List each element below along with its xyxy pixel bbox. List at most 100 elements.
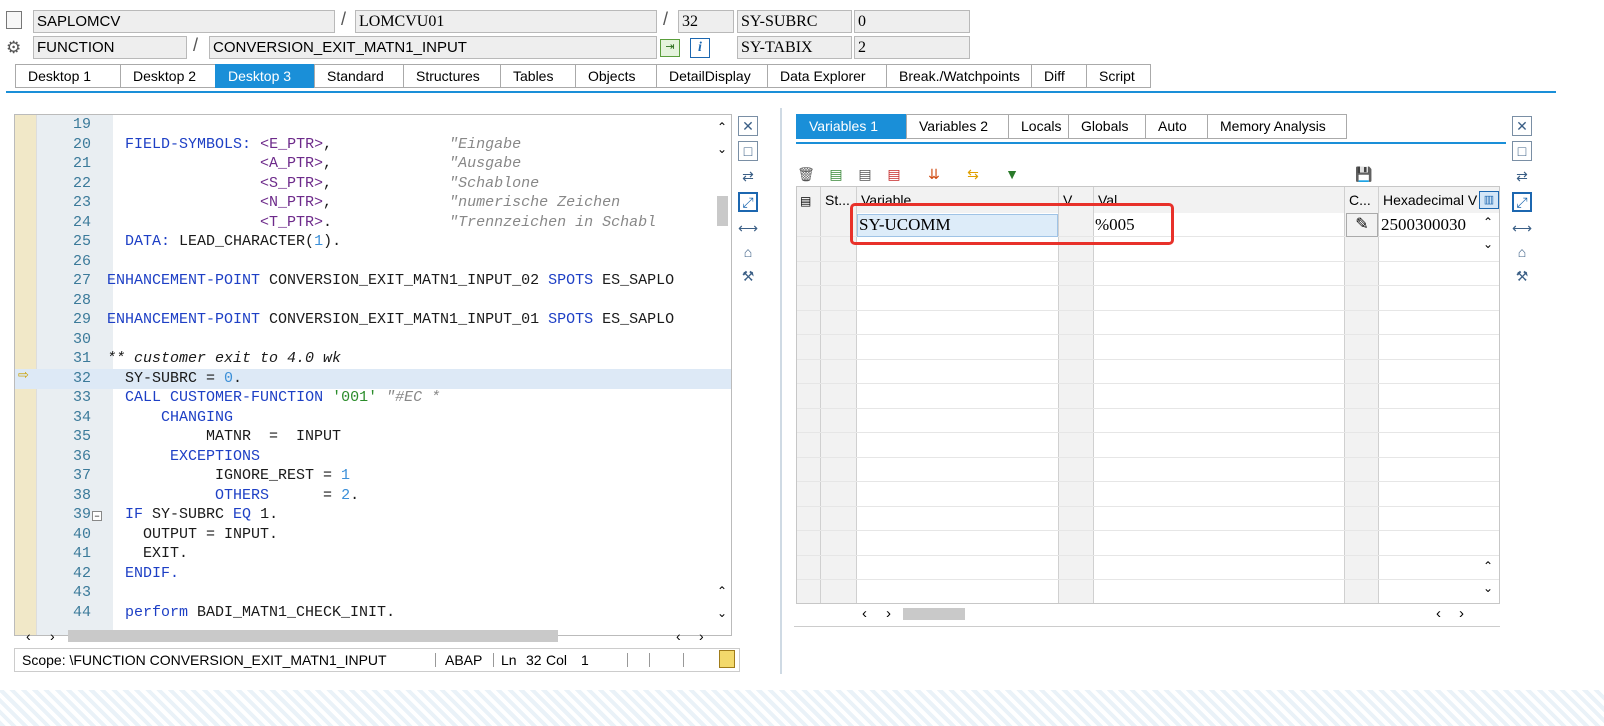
- tab-tables[interactable]: Tables: [500, 64, 575, 88]
- save-icon[interactable]: 💾: [1354, 164, 1374, 184]
- code-line[interactable]: 19: [15, 115, 731, 135]
- maximize-icon[interactable]: ⤢: [1512, 192, 1532, 212]
- code-line[interactable]: 35 MATNR = INPUT: [15, 427, 731, 447]
- scroll-down-icon[interactable]: ⌄: [1483, 237, 1493, 251]
- change-icon[interactable]: ⇆: [963, 164, 983, 184]
- info-icon[interactable]: i: [690, 38, 710, 58]
- program-field[interactable]: SAPLOMCV: [33, 10, 335, 33]
- notes-icon[interactable]: [719, 650, 735, 668]
- code-line[interactable]: 34 CHANGING: [15, 408, 731, 428]
- scroll-up-icon[interactable]: ⌃: [717, 120, 727, 134]
- services-icon[interactable]: ⌂: [1512, 242, 1532, 262]
- code-line[interactable]: 21 <A_PTR>, "Ausgabe: [15, 154, 731, 174]
- tab-data-explorer[interactable]: Data Explorer: [767, 64, 886, 88]
- scroll-up-icon[interactable]: ⌃: [1483, 559, 1493, 573]
- line-field[interactable]: 32: [678, 10, 734, 33]
- scroll-right-icon[interactable]: ›: [886, 605, 891, 622]
- var-tab-locals[interactable]: Locals: [1008, 114, 1068, 139]
- code-line[interactable]: 24 <T_PTR>. "Trennzeichen in Schabl: [15, 213, 731, 233]
- row-selector-header[interactable]: ▤: [797, 187, 821, 213]
- table-row[interactable]: [797, 409, 1499, 433]
- pane-divider[interactable]: [780, 108, 782, 674]
- resize-icon[interactable]: ⟷: [1512, 218, 1532, 238]
- scroll-right-icon[interactable]: ›: [1459, 605, 1464, 622]
- code-line[interactable]: 27 ENHANCEMENT-POINT CONVERSION_EXIT_MATN…: [15, 271, 731, 291]
- scroll-left-icon[interactable]: ‹: [676, 628, 681, 644]
- code-line[interactable]: 43: [15, 583, 731, 603]
- code-line[interactable]: 33 CALL CUSTOMER-FUNCTION '001' "#EC *: [15, 388, 731, 408]
- sy-subrc-value[interactable]: 0: [854, 10, 970, 33]
- table-row[interactable]: [797, 385, 1499, 409]
- table-row[interactable]: [797, 336, 1499, 360]
- editor-vscrollbar[interactable]: ⌃ ⌄ ⌃ ⌄: [716, 120, 730, 624]
- variables-grid[interactable]: ▤ St... Variable V... Val. C... Hexadeci…: [796, 186, 1500, 604]
- swap-tool-icon[interactable]: ⇄: [738, 166, 758, 186]
- tab-detaildisplay[interactable]: DetailDisplay: [656, 64, 767, 88]
- scroll-left-icon[interactable]: ‹: [26, 628, 31, 644]
- tab-standard[interactable]: Standard: [314, 64, 403, 88]
- tool-settings-icon[interactable]: ⚒: [1512, 266, 1532, 286]
- scroll-up-icon[interactable]: ⌃: [717, 584, 727, 598]
- table-row[interactable]: [797, 311, 1499, 335]
- code-line[interactable]: 36 EXCEPTIONS: [15, 447, 731, 467]
- code-line[interactable]: 42 ENDIF.: [15, 564, 731, 584]
- var-tab-memory-analysis[interactable]: Memory Analysis: [1207, 114, 1347, 139]
- resize-icon[interactable]: ⟷: [738, 218, 758, 238]
- tab-script[interactable]: Script: [1086, 64, 1151, 88]
- new-tool-icon[interactable]: □: [1512, 141, 1532, 161]
- column-settings-icon[interactable]: ▥: [1479, 191, 1499, 209]
- table-row[interactable]: [797, 556, 1499, 580]
- scroll-up-icon[interactable]: ⌃: [1483, 215, 1493, 229]
- var-tab-globals[interactable]: Globals: [1068, 114, 1145, 139]
- swap-tool-icon[interactable]: ⇄: [1512, 166, 1532, 186]
- new-tool-icon[interactable]: □: [738, 141, 758, 161]
- close-pane-icon[interactable]: ✕: [738, 116, 758, 136]
- maximize-icon[interactable]: ⤢: [738, 192, 758, 212]
- insert-row-icon[interactable]: ▤: [826, 164, 846, 184]
- table-row[interactable]: [797, 581, 1499, 604]
- tab-desktop-2[interactable]: Desktop 2: [120, 64, 215, 88]
- code-line[interactable]: 40 OUTPUT = INPUT.: [15, 525, 731, 545]
- code-line[interactable]: 38 OTHERS = 2.: [15, 486, 731, 506]
- scroll-thumb[interactable]: [903, 608, 965, 620]
- table-row[interactable]: [797, 434, 1499, 458]
- table-row[interactable]: [797, 483, 1499, 507]
- code-line[interactable]: 22 <S_PTR>, "Schablone: [15, 174, 731, 194]
- code-line[interactable]: 31 ** customer exit to 4.0 wk: [15, 349, 731, 369]
- code-line[interactable]: 20 FIELD-SYMBOLS: <E_PTR>, "Eingabe: [15, 135, 731, 155]
- delete-row-icon[interactable]: ▤: [884, 164, 904, 184]
- code-line[interactable]: 25 DATA: LEAD_CHARACTER(1).: [15, 232, 731, 252]
- var-tab-variables-2[interactable]: Variables 2: [906, 114, 1008, 139]
- editor-hscrollbar[interactable]: ‹ › ‹ ›: [14, 628, 730, 644]
- code-line[interactable]: 41 EXIT.: [15, 544, 731, 564]
- table-row[interactable]: [797, 262, 1499, 286]
- table-row[interactable]: [797, 287, 1499, 311]
- event-name-field[interactable]: CONVERSION_EXIT_MATN1_INPUT: [209, 36, 657, 59]
- scroll-down-icon[interactable]: ⌄: [1483, 581, 1493, 595]
- scroll-left-icon[interactable]: ‹: [1436, 605, 1441, 622]
- code-line[interactable]: 44 perform BADI_MATN1_CHECK_INIT.: [15, 603, 731, 623]
- tab-desktop-1[interactable]: Desktop 1: [15, 64, 120, 88]
- code-line[interactable]: 39 IF SY-SUBRC EQ 1.: [15, 505, 731, 525]
- event-type-field[interactable]: FUNCTION: [33, 36, 187, 59]
- tab-break-watchpoints[interactable]: Break./Watchpoints: [886, 64, 1031, 88]
- sy-tabix-value[interactable]: 2: [854, 36, 970, 59]
- code-line[interactable]: 28: [15, 291, 731, 311]
- gear-icon[interactable]: ⚙: [6, 38, 21, 58]
- import-icon[interactable]: ▼: [1002, 164, 1022, 184]
- tab-desktop-3[interactable]: Desktop 3: [215, 64, 314, 88]
- tab-objects[interactable]: Objects: [575, 64, 656, 88]
- source-editor[interactable]: 19 20 FIELD-SYMBOLS: <E_PTR>, "Eingabe 21 …: [14, 114, 732, 636]
- edit-pencil-icon[interactable]: ✎: [1346, 213, 1378, 237]
- table-row[interactable]: [797, 360, 1499, 384]
- scroll-thumb[interactable]: [717, 196, 728, 226]
- code-line[interactable]: 32 SY-SUBRC = 0.: [15, 368, 731, 389]
- tool-settings-icon[interactable]: ⚒: [738, 266, 758, 286]
- scroll-left-icon[interactable]: ‹: [862, 605, 867, 622]
- grid-hscrollbar[interactable]: ‹ › ‹ ›: [796, 605, 1500, 625]
- append-row-icon[interactable]: ▤: [855, 164, 875, 184]
- close-pane-icon[interactable]: ✕: [1512, 116, 1532, 136]
- scroll-right-icon[interactable]: ›: [699, 628, 704, 644]
- table-row[interactable]: [797, 507, 1499, 531]
- code-line[interactable]: 29 ENHANCEMENT-POINT CONVERSION_EXIT_MATN…: [15, 310, 731, 330]
